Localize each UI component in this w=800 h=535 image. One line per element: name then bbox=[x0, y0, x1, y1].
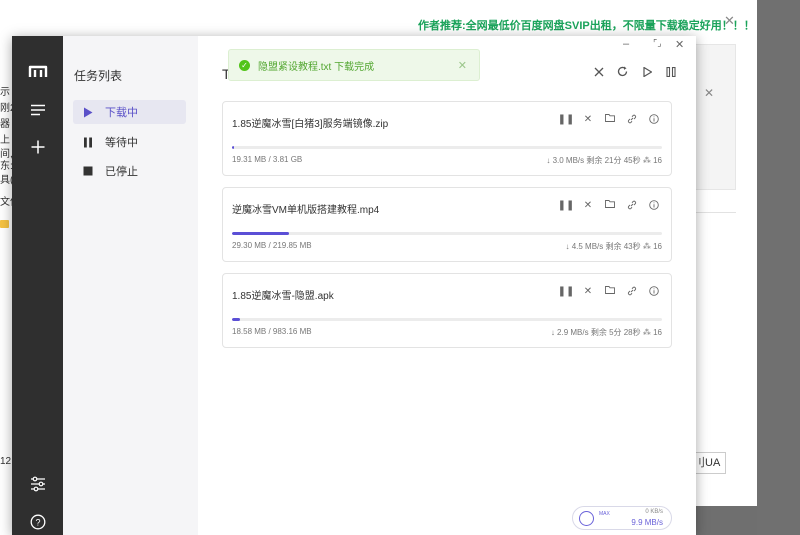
delete-task-icon[interactable]: ✕ bbox=[577, 114, 599, 125]
task-connections: ⁂ 16 bbox=[642, 156, 662, 165]
background-divider bbox=[690, 212, 736, 213]
progress-fill bbox=[232, 146, 235, 149]
upload-speed: 0 KB/s bbox=[645, 509, 663, 515]
task-connections: ⁂ 16 bbox=[642, 242, 662, 251]
open-folder-icon[interactable] bbox=[599, 114, 621, 125]
progress-fill bbox=[232, 232, 290, 235]
task-name: 1.85逆魔冰雪[白猪3]服务端镜像.zip bbox=[232, 119, 389, 130]
background-left-strip bbox=[0, 0, 12, 535]
task-list-sidebar: 任务列表 下载中 等待中 已停止 bbox=[63, 36, 198, 535]
svg-text:?: ? bbox=[35, 518, 40, 528]
delete-task-icon[interactable]: ✕ bbox=[577, 200, 599, 211]
minimize-icon[interactable]: – bbox=[623, 38, 629, 50]
app-logo-icon bbox=[12, 64, 63, 78]
bg-text-fragment: 刚2 bbox=[0, 103, 12, 114]
task-size: 19.31 MB / 3.81 GB bbox=[232, 155, 303, 164]
sidebar-item-stopped[interactable]: 已停止 bbox=[73, 159, 186, 183]
task-info-icon[interactable] bbox=[643, 286, 665, 297]
task-connections: ⁂ 16 bbox=[642, 328, 662, 337]
stop-icon bbox=[83, 166, 97, 176]
copy-link-icon[interactable] bbox=[621, 114, 643, 125]
task-actions: ❚❚ ✕ bbox=[555, 200, 665, 211]
progress-bar bbox=[232, 232, 662, 235]
task-list-main: T – ⌜⌟ ✕ ✓ 隐盟紧设教程.txt 下载完成 ✕ 1.85逆魔冰雪[白猪… bbox=[198, 36, 696, 535]
task-size: 29.30 MB / 219.85 MB bbox=[232, 241, 312, 250]
delete-all-icon[interactable] bbox=[594, 66, 604, 80]
speed-limit-label: MAX bbox=[599, 511, 610, 517]
copy-link-icon[interactable] bbox=[621, 286, 643, 297]
open-folder-icon[interactable] bbox=[599, 200, 621, 211]
progress-bar bbox=[232, 318, 662, 321]
bg-text-fragment: 器 bbox=[0, 119, 10, 130]
task-remaining: 剩余 43秒 bbox=[605, 242, 641, 251]
bg-text-fragment: 东: bbox=[0, 161, 12, 172]
maximize-icon[interactable]: ⌜⌟ bbox=[653, 38, 661, 49]
folder-icon bbox=[0, 220, 9, 228]
add-task-icon[interactable] bbox=[12, 140, 63, 154]
task-actions: ❚❚ ✕ bbox=[555, 286, 665, 297]
sidebar-item-label: 等待中 bbox=[105, 137, 138, 149]
task-size: 18.58 MB / 983.16 MB bbox=[232, 327, 312, 336]
pause-task-icon[interactable]: ❚❚ bbox=[555, 200, 577, 211]
download-manager-window: ? 任务列表 下载中 等待中 已停止 T – ⌜⌟ ✕ ✓ 隐盟紧设教程.txt… bbox=[12, 36, 696, 535]
download-complete-toast: ✓ 隐盟紧设教程.txt 下载完成 ✕ bbox=[228, 49, 480, 81]
copy-link-icon[interactable] bbox=[621, 200, 643, 211]
toast-close-icon[interactable]: ✕ bbox=[458, 59, 467, 72]
task-actions: ❚❚ ✕ bbox=[555, 114, 665, 125]
task-info-icon[interactable] bbox=[643, 200, 665, 211]
background-panel bbox=[690, 44, 736, 190]
toast-message: 隐盟紧设教程.txt 下载完成 bbox=[258, 61, 375, 73]
pause-task-icon[interactable]: ❚❚ bbox=[555, 286, 577, 297]
icon-rail: ? bbox=[12, 36, 63, 535]
task-speed: ↓ 3.0 MB/s bbox=[546, 156, 585, 165]
window-close-icon[interactable]: ✕ bbox=[675, 38, 684, 51]
task-speed: ↓ 4.5 MB/s bbox=[565, 242, 604, 251]
speedometer-icon bbox=[579, 511, 594, 526]
download-speed: 9.9 MB/s bbox=[631, 518, 663, 527]
task-card[interactable]: 1.85逆魔冰雪-隐盟.apk ❚❚ ✕ 18.58 MB / 983.16 M… bbox=[222, 273, 672, 348]
task-stats: ↓ 4.5 MB/s 剩余 43秒 ⁂ 16 bbox=[565, 241, 662, 252]
refresh-icon[interactable] bbox=[617, 66, 628, 80]
bg-text-fragment: 具( bbox=[0, 175, 12, 186]
speed-meter[interactable]: MAX 0 KB/s 9.9 MB/s bbox=[572, 506, 672, 530]
bg-number: 12 bbox=[0, 456, 12, 467]
task-remaining: 剩余 21分 45秒 bbox=[586, 156, 641, 165]
task-name: 1.85逆魔冰雪-隐盟.apk bbox=[232, 291, 334, 302]
open-folder-icon[interactable] bbox=[599, 286, 621, 297]
pause-icon bbox=[83, 137, 97, 148]
bg-text-fragment: 上 bbox=[0, 135, 10, 146]
sidebar-item-waiting[interactable]: 等待中 bbox=[73, 130, 186, 154]
background-panel-close-icon[interactable]: ✕ bbox=[704, 86, 714, 100]
bg-text-fragment: 示 bbox=[0, 87, 10, 98]
pause-all-icon[interactable] bbox=[666, 66, 676, 80]
task-card[interactable]: 1.85逆魔冰雪[白猪3]服务端镜像.zip ❚❚ ✕ 19.31 MB / 3… bbox=[222, 101, 672, 176]
promo-banner[interactable]: 作者推荐:全网最低价百度网盘SVIP出租，不限量下载稳定好用！！！ bbox=[418, 17, 755, 33]
delete-task-icon[interactable]: ✕ bbox=[577, 286, 599, 297]
sidebar-item-label: 下载中 bbox=[105, 107, 138, 119]
background-close-icon[interactable]: ✕ bbox=[724, 13, 735, 29]
menu-icon[interactable] bbox=[12, 104, 63, 116]
task-remaining: 剩余 5分 28秒 bbox=[590, 328, 641, 337]
help-icon[interactable]: ? bbox=[12, 514, 63, 530]
success-check-icon: ✓ bbox=[239, 59, 250, 71]
task-info-icon[interactable] bbox=[643, 114, 665, 125]
task-name: 逆魔冰雪VM单机版搭建教程.mp4 bbox=[232, 205, 380, 216]
progress-fill bbox=[232, 318, 241, 321]
task-card[interactable]: 逆魔冰雪VM单机版搭建教程.mp4 ❚❚ ✕ 29.30 MB / 219.85… bbox=[222, 187, 672, 262]
task-stats: ↓ 3.0 MB/s 剩余 21分 45秒 ⁂ 16 bbox=[546, 155, 662, 166]
resume-all-icon[interactable] bbox=[643, 66, 653, 80]
sidebar-item-downloading[interactable]: 下载中 bbox=[73, 100, 186, 124]
task-speed: ↓ 2.9 MB/s bbox=[550, 328, 589, 337]
task-stats: ↓ 2.9 MB/s 剩余 5分 28秒 ⁂ 16 bbox=[551, 327, 662, 338]
play-icon bbox=[83, 107, 97, 118]
bg-file-label: 文件 bbox=[0, 197, 12, 208]
sidebar-item-label: 已停止 bbox=[105, 166, 138, 178]
background-overlay bbox=[757, 0, 800, 535]
preferences-icon[interactable] bbox=[12, 476, 63, 492]
pause-task-icon[interactable]: ❚❚ bbox=[555, 114, 577, 125]
progress-bar bbox=[232, 146, 662, 149]
task-list-title: 任务列表 bbox=[74, 69, 123, 83]
